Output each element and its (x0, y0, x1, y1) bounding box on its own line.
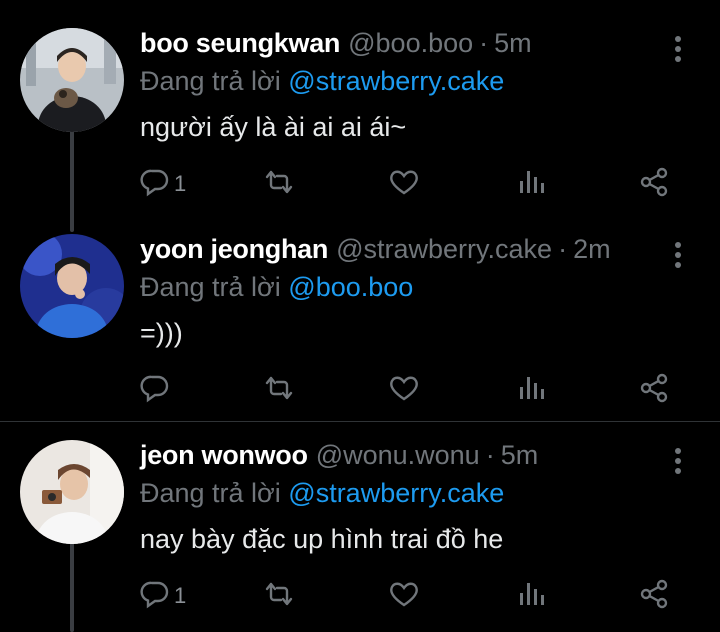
tweet-text: =))) (140, 318, 183, 348)
reply-count: 1 (174, 171, 187, 196)
divider (0, 421, 720, 422)
tweet[interactable]: yoon jeonghan @strawberry.cake · 2m Đang… (0, 234, 720, 420)
like-icon (388, 373, 420, 408)
share-button[interactable] (638, 576, 670, 616)
avatar[interactable] (20, 440, 124, 544)
tweet-text: người ấy là ài ai ai ái~ (140, 112, 407, 142)
views-icon (516, 167, 546, 202)
retweet-button[interactable] (262, 164, 296, 204)
retweet-icon (262, 167, 296, 202)
views-icon (516, 373, 546, 408)
views-button[interactable] (516, 576, 546, 616)
tweet[interactable]: jeon wonwoo @wonu.wonu · 5m Đang trả lời… (0, 440, 720, 632)
reply-icon (140, 579, 170, 614)
more-icon[interactable] (668, 34, 688, 64)
share-icon (638, 167, 670, 202)
user-handle[interactable]: @boo.boo (348, 28, 473, 59)
user-handle[interactable]: @wonu.wonu (316, 440, 480, 471)
like-button[interactable] (388, 576, 420, 616)
replying-prefix: Đang trả lời (140, 478, 281, 508)
replying-to: Đang trả lời @strawberry.cake (140, 478, 504, 509)
user-handle[interactable]: @strawberry.cake (336, 234, 552, 265)
tweet-header: jeon wonwoo @wonu.wonu · 5m (140, 440, 538, 476)
views-button[interactable] (516, 164, 546, 204)
views-icon (516, 579, 546, 614)
share-icon (638, 373, 670, 408)
tweet-header: yoon jeonghan @strawberry.cake · 2m (140, 234, 611, 270)
reply-icon (140, 167, 170, 202)
display-name[interactable]: boo seungkwan (140, 28, 340, 59)
separator: · (485, 440, 495, 470)
timestamp[interactable]: 2m (573, 234, 611, 265)
share-button[interactable] (638, 370, 670, 410)
tweet-header: boo seungkwan @boo.boo · 5m (140, 28, 532, 64)
more-icon[interactable] (668, 240, 688, 270)
mention-link[interactable]: @boo.boo (288, 272, 413, 302)
tweet[interactable]: boo seungkwan @boo.boo · 5m Đang trả lời… (0, 28, 720, 218)
replying-prefix: Đang trả lời (140, 272, 281, 302)
timestamp[interactable]: 5m (494, 28, 532, 59)
views-button[interactable] (516, 370, 546, 410)
like-button[interactable] (388, 370, 420, 410)
like-icon (388, 579, 420, 614)
action-bar: 1 (140, 164, 680, 204)
reply-count: 1 (174, 583, 187, 608)
mention-link[interactable]: @strawberry.cake (288, 66, 504, 96)
separator: · (479, 28, 489, 58)
reply-button[interactable] (140, 370, 174, 410)
like-button[interactable] (388, 164, 420, 204)
more-icon[interactable] (668, 446, 688, 476)
avatar[interactable] (20, 234, 124, 338)
replying-prefix: Đang trả lời (140, 66, 281, 96)
replying-to: Đang trả lời @strawberry.cake (140, 66, 504, 97)
action-bar: 1 (140, 576, 680, 616)
replying-to: Đang trả lời @boo.boo (140, 272, 413, 303)
mention-link[interactable]: @strawberry.cake (288, 478, 504, 508)
retweet-button[interactable] (262, 370, 296, 410)
retweet-button[interactable] (262, 576, 296, 616)
share-button[interactable] (638, 164, 670, 204)
timestamp[interactable]: 5m (501, 440, 539, 471)
action-bar (140, 370, 680, 410)
reply-button[interactable]: 1 (140, 576, 186, 616)
retweet-icon (262, 579, 296, 614)
display-name[interactable]: yoon jeonghan (140, 234, 328, 265)
retweet-icon (262, 373, 296, 408)
like-icon (388, 167, 420, 202)
tweet-text: nay bày đặc up hình trai đồ he (140, 524, 504, 554)
reply-icon (140, 373, 170, 408)
avatar[interactable] (20, 28, 124, 132)
reply-button[interactable]: 1 (140, 164, 186, 204)
share-icon (638, 579, 670, 614)
display-name[interactable]: jeon wonwoo (140, 440, 308, 471)
separator: · (558, 234, 568, 264)
